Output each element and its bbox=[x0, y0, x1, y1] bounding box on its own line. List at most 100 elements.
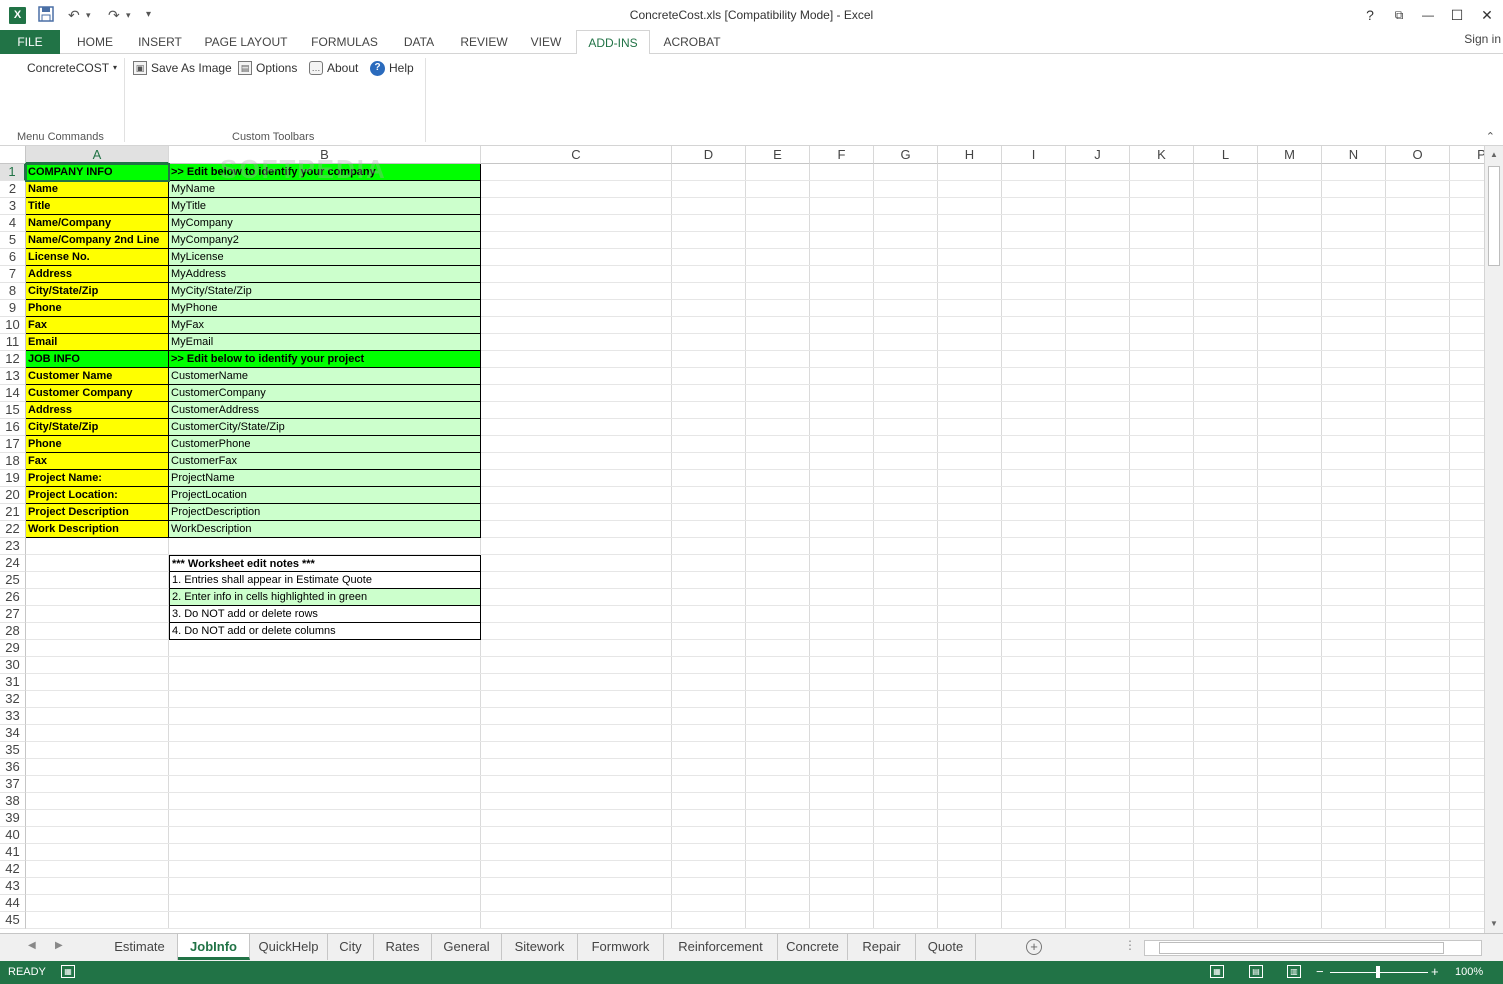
sheet-tab-sitework[interactable]: Sitework bbox=[502, 934, 578, 960]
tab-home[interactable]: HOME bbox=[65, 30, 125, 54]
sheet-tab-city[interactable]: City bbox=[328, 934, 374, 960]
help-button[interactable]: ? Help bbox=[370, 60, 414, 76]
cell-label[interactable]: City/State/Zip bbox=[26, 419, 169, 436]
row-header[interactable]: 22 bbox=[0, 521, 26, 538]
row-header[interactable]: 30 bbox=[0, 657, 26, 674]
tab-page-layout[interactable]: PAGE LAYOUT bbox=[196, 30, 296, 54]
normal-view-icon[interactable]: ▦ bbox=[1210, 965, 1224, 978]
row-header[interactable]: 37 bbox=[0, 776, 26, 793]
cell-label[interactable]: JOB INFO bbox=[26, 351, 169, 368]
close-icon[interactable]: ✕ bbox=[1475, 5, 1499, 25]
cell-value[interactable]: CustomerFax bbox=[169, 453, 481, 470]
zoom-level[interactable]: 100% bbox=[1455, 966, 1483, 978]
vertical-scrollbar[interactable]: ▲ ▼ bbox=[1484, 146, 1503, 933]
cell-value[interactable]: WorkDescription bbox=[169, 521, 481, 538]
row-header[interactable]: 40 bbox=[0, 827, 26, 844]
collapse-ribbon-icon[interactable]: ⌃ bbox=[1486, 130, 1495, 143]
row-header[interactable]: 33 bbox=[0, 708, 26, 725]
options-button[interactable]: ▤ Options bbox=[238, 60, 297, 76]
column-header-i[interactable]: I bbox=[1002, 146, 1066, 164]
cell-label[interactable]: Name/Company bbox=[26, 215, 169, 232]
row-header[interactable]: 41 bbox=[0, 844, 26, 861]
cell-value[interactable]: ProjectLocation bbox=[169, 487, 481, 504]
splitter-handle-icon[interactable]: ⋮ bbox=[1124, 938, 1136, 952]
row-header[interactable]: 21 bbox=[0, 504, 26, 521]
cell-label[interactable]: Address bbox=[26, 402, 169, 419]
minimize-icon[interactable]: — bbox=[1416, 5, 1440, 25]
notes-title-cell[interactable]: *** Worksheet edit notes *** bbox=[169, 555, 481, 572]
column-header-h[interactable]: H bbox=[938, 146, 1002, 164]
row-header[interactable]: 20 bbox=[0, 487, 26, 504]
row-header[interactable]: 24 bbox=[0, 555, 26, 572]
row-header[interactable]: 26 bbox=[0, 589, 26, 606]
cell-value[interactable]: MyPhone bbox=[169, 300, 481, 317]
ribbon-display-options-icon[interactable]: ⧉ bbox=[1387, 5, 1411, 25]
sheet-tab-reinforcement[interactable]: Reinforcement bbox=[664, 934, 778, 960]
worksheet-grid[interactable]: A B C D E F G H I J K L M N O P 1 2 3 4 5 6 7 8 9 10 11 12 13 14 15 16 1… bbox=[0, 146, 1484, 933]
cell-label[interactable]: Project Name: bbox=[26, 470, 169, 487]
note-cell[interactable]: 1. Entries shall appear in Estimate Quot… bbox=[169, 572, 481, 589]
cell-value[interactable]: MyLicense bbox=[169, 249, 481, 266]
sign-in-link[interactable]: Sign in bbox=[1464, 32, 1501, 46]
scroll-up-icon[interactable]: ▲ bbox=[1485, 148, 1503, 162]
select-all-corner[interactable] bbox=[0, 146, 26, 164]
cell-value[interactable]: MyFax bbox=[169, 317, 481, 334]
cell-label[interactable]: Name bbox=[26, 181, 169, 198]
sheet-tab-repair[interactable]: Repair bbox=[848, 934, 916, 960]
cell-label[interactable]: Customer Company bbox=[26, 385, 169, 402]
macro-record-icon[interactable]: ▦ bbox=[61, 965, 75, 978]
tab-data[interactable]: DATA bbox=[393, 30, 445, 54]
sheet-tab-quote[interactable]: Quote bbox=[916, 934, 976, 960]
column-header-f[interactable]: F bbox=[810, 146, 874, 164]
cell-value[interactable]: CustomerName bbox=[169, 368, 481, 385]
sheet-tab-formwork[interactable]: Formwork bbox=[578, 934, 664, 960]
row-header[interactable]: 39 bbox=[0, 810, 26, 827]
concretecost-menu-button[interactable]: ConcreteCOST ▾ bbox=[27, 60, 117, 76]
vertical-scroll-thumb[interactable] bbox=[1488, 166, 1500, 266]
help-icon[interactable]: ? bbox=[1358, 5, 1382, 25]
row-header[interactable]: 45 bbox=[0, 912, 26, 929]
row-header[interactable]: 36 bbox=[0, 759, 26, 776]
column-header-o[interactable]: O bbox=[1386, 146, 1450, 164]
row-header[interactable]: 17 bbox=[0, 436, 26, 453]
cell-label[interactable]: Phone bbox=[26, 300, 169, 317]
cell-value[interactable]: CustomerCity/State/Zip bbox=[169, 419, 481, 436]
row-header[interactable]: 7 bbox=[0, 266, 26, 283]
column-header-a[interactable]: A bbox=[26, 146, 169, 164]
cell-label[interactable]: City/State/Zip bbox=[26, 283, 169, 300]
cell-value[interactable]: MyCompany2 bbox=[169, 232, 481, 249]
cell-value[interactable]: CustomerPhone bbox=[169, 436, 481, 453]
cell-label[interactable]: Fax bbox=[26, 317, 169, 334]
cell-label[interactable]: Work Description bbox=[26, 521, 169, 538]
column-header-g[interactable]: G bbox=[874, 146, 938, 164]
cell-label[interactable]: License No. bbox=[26, 249, 169, 266]
row-header[interactable]: 15 bbox=[0, 402, 26, 419]
row-header[interactable]: 12 bbox=[0, 351, 26, 368]
row-header[interactable]: 16 bbox=[0, 419, 26, 436]
about-button[interactable]: … About bbox=[309, 60, 358, 76]
column-header-m[interactable]: M bbox=[1258, 146, 1322, 164]
row-header[interactable]: 43 bbox=[0, 878, 26, 895]
column-header-d[interactable]: D bbox=[672, 146, 746, 164]
row-header[interactable]: 18 bbox=[0, 453, 26, 470]
tab-formulas[interactable]: FORMULAS bbox=[302, 30, 387, 54]
row-header[interactable]: 1 bbox=[0, 164, 26, 181]
prev-sheet-icon[interactable]: ◀ bbox=[28, 940, 36, 951]
zoom-in-icon[interactable]: + bbox=[1431, 964, 1439, 979]
row-header[interactable]: 11 bbox=[0, 334, 26, 351]
cell-label[interactable]: Title bbox=[26, 198, 169, 215]
zoom-out-icon[interactable]: − bbox=[1316, 964, 1324, 979]
cell-label[interactable]: Name/Company 2nd Line bbox=[26, 232, 169, 249]
page-layout-view-icon[interactable]: ▤ bbox=[1249, 965, 1263, 978]
sheet-tab-rates[interactable]: Rates bbox=[374, 934, 432, 960]
row-header[interactable]: 32 bbox=[0, 691, 26, 708]
row-header[interactable]: 29 bbox=[0, 640, 26, 657]
row-header[interactable]: 25 bbox=[0, 572, 26, 589]
cell-value[interactable]: MyAddress bbox=[169, 266, 481, 283]
cell-label[interactable]: Fax bbox=[26, 453, 169, 470]
row-header[interactable]: 10 bbox=[0, 317, 26, 334]
sheet-tab-concrete[interactable]: Concrete bbox=[778, 934, 848, 960]
cell-label[interactable]: Email bbox=[26, 334, 169, 351]
row-header[interactable]: 3 bbox=[0, 198, 26, 215]
horizontal-scrollbar[interactable] bbox=[1144, 940, 1482, 956]
